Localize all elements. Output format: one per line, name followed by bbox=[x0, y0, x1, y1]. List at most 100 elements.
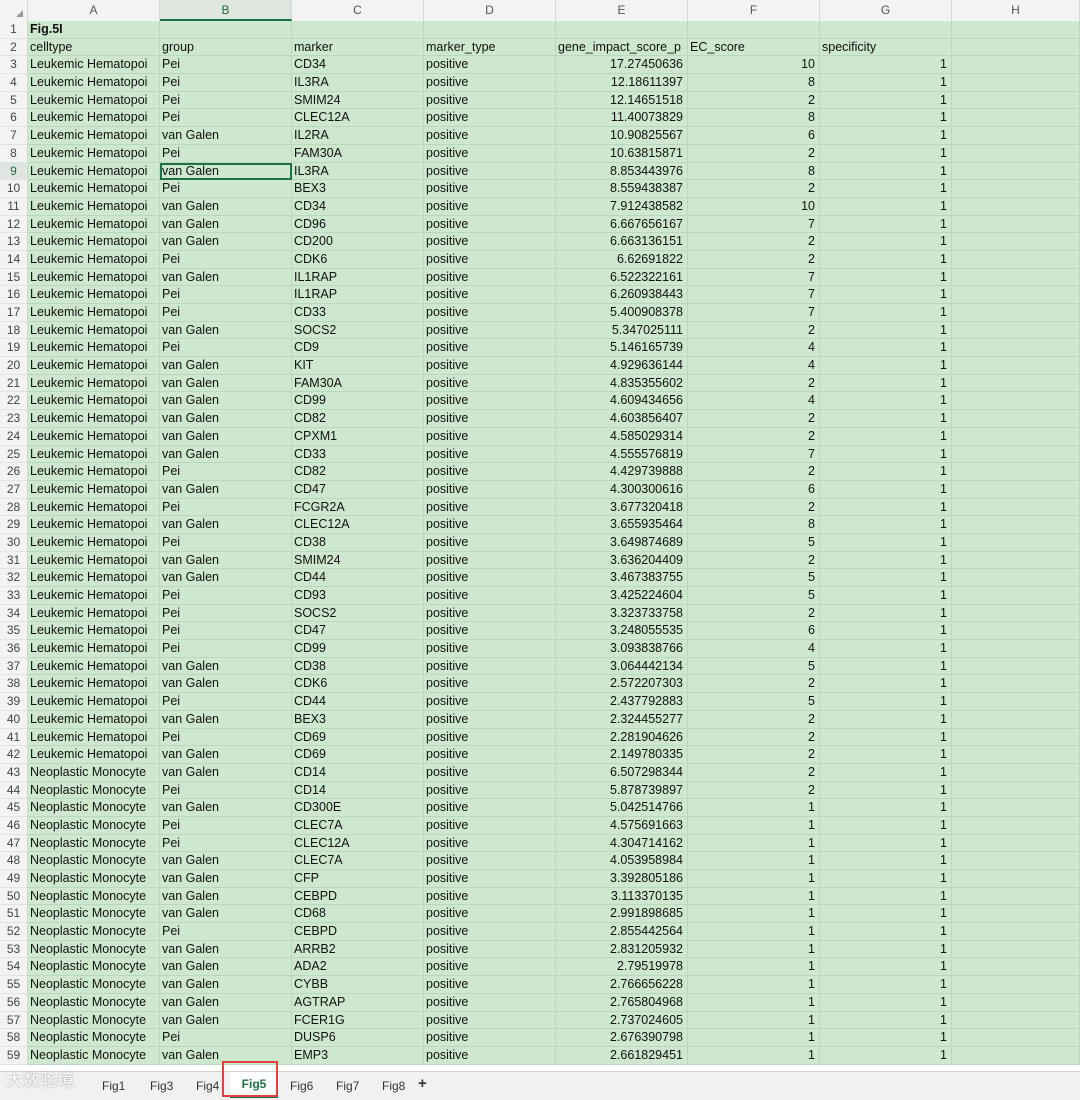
cell-g56[interactable]: 1 bbox=[820, 993, 952, 1012]
row-header[interactable]: 37 bbox=[0, 657, 28, 676]
cell-g39[interactable]: 1 bbox=[820, 693, 952, 711]
cell-b54[interactable]: van Galen bbox=[160, 958, 292, 977]
cell-h59[interactable] bbox=[952, 1046, 1080, 1065]
cell-h25[interactable] bbox=[952, 445, 1080, 464]
sheet-tab-fig8[interactable]: Fig8 bbox=[378, 1076, 409, 1096]
cell-e45[interactable]: 5.042514766 bbox=[556, 799, 688, 817]
cell-h29[interactable] bbox=[952, 516, 1080, 534]
cell-a3[interactable]: Leukemic Hematopoi bbox=[28, 56, 160, 75]
cell-f48[interactable]: 1 bbox=[688, 852, 820, 870]
cell-a31[interactable]: Leukemic Hematopoi bbox=[28, 551, 160, 570]
cell-c7[interactable]: IL2RA bbox=[292, 127, 424, 145]
row-header[interactable]: 15 bbox=[0, 268, 28, 287]
cell-g18[interactable]: 1 bbox=[820, 321, 952, 340]
cell-d24[interactable]: positive bbox=[424, 427, 556, 446]
cell-b6[interactable]: Pei bbox=[160, 109, 292, 128]
row-header[interactable]: 23 bbox=[0, 410, 28, 428]
cell-f17[interactable]: 7 bbox=[688, 304, 820, 322]
cell-g1[interactable] bbox=[820, 21, 952, 39]
cell-c37[interactable]: CD38 bbox=[292, 657, 424, 676]
cell-h54[interactable] bbox=[952, 958, 1080, 977]
cell-c30[interactable]: CD38 bbox=[292, 533, 424, 552]
cell-a39[interactable]: Leukemic Hematopoi bbox=[28, 693, 160, 711]
cell-d45[interactable]: positive bbox=[424, 799, 556, 817]
cell-c36[interactable]: CD99 bbox=[292, 640, 424, 658]
cell-a14[interactable]: Leukemic Hematopoi bbox=[28, 250, 160, 269]
cell-f59[interactable]: 1 bbox=[688, 1046, 820, 1065]
cell-f36[interactable]: 4 bbox=[688, 640, 820, 658]
cell-b22[interactable]: van Galen bbox=[160, 392, 292, 411]
cell-a53[interactable]: Neoplastic Monocyte bbox=[28, 940, 160, 959]
cell-e41[interactable]: 2.281904626 bbox=[556, 728, 688, 747]
cell-f1[interactable] bbox=[688, 21, 820, 39]
cell-e10[interactable]: 8.559438387 bbox=[556, 180, 688, 198]
cell-h19[interactable] bbox=[952, 339, 1080, 358]
cell-c54[interactable]: ADA2 bbox=[292, 958, 424, 977]
cell-e21[interactable]: 4.835355602 bbox=[556, 374, 688, 393]
cell-f31[interactable]: 2 bbox=[688, 551, 820, 570]
cell-h56[interactable] bbox=[952, 993, 1080, 1012]
cell-d12[interactable]: positive bbox=[424, 215, 556, 234]
cell-b14[interactable]: Pei bbox=[160, 250, 292, 269]
cell-a56[interactable]: Neoplastic Monocyte bbox=[28, 993, 160, 1012]
cell-c29[interactable]: CLEC12A bbox=[292, 516, 424, 534]
cell-h51[interactable] bbox=[952, 905, 1080, 924]
cell-c27[interactable]: CD47 bbox=[292, 480, 424, 499]
cell-b30[interactable]: Pei bbox=[160, 533, 292, 552]
cell-g37[interactable]: 1 bbox=[820, 657, 952, 676]
cell-d1[interactable] bbox=[424, 21, 556, 39]
cell-c23[interactable]: CD82 bbox=[292, 410, 424, 428]
cell-a20[interactable]: Leukemic Hematopoi bbox=[28, 357, 160, 375]
cell-c2[interactable]: marker bbox=[292, 38, 424, 57]
cell-d25[interactable]: positive bbox=[424, 445, 556, 464]
cell-a24[interactable]: Leukemic Hematopoi bbox=[28, 427, 160, 446]
cell-h26[interactable] bbox=[952, 463, 1080, 481]
cell-a23[interactable]: Leukemic Hematopoi bbox=[28, 410, 160, 428]
cell-f57[interactable]: 1 bbox=[688, 1011, 820, 1030]
cell-c24[interactable]: CPXM1 bbox=[292, 427, 424, 446]
cell-f56[interactable]: 1 bbox=[688, 993, 820, 1012]
cell-a10[interactable]: Leukemic Hematopoi bbox=[28, 180, 160, 198]
row-header[interactable]: 4 bbox=[0, 74, 28, 92]
cell-b47[interactable]: Pei bbox=[160, 834, 292, 853]
cell-g7[interactable]: 1 bbox=[820, 127, 952, 145]
cell-a21[interactable]: Leukemic Hematopoi bbox=[28, 374, 160, 393]
cell-e24[interactable]: 4.585029314 bbox=[556, 427, 688, 446]
cell-c16[interactable]: IL1RAP bbox=[292, 286, 424, 304]
cell-f33[interactable]: 5 bbox=[688, 587, 820, 605]
cell-h30[interactable] bbox=[952, 533, 1080, 552]
cell-a48[interactable]: Neoplastic Monocyte bbox=[28, 852, 160, 870]
cell-a32[interactable]: Leukemic Hematopoi bbox=[28, 569, 160, 587]
cell-g17[interactable]: 1 bbox=[820, 304, 952, 322]
cell-g47[interactable]: 1 bbox=[820, 834, 952, 853]
row-header[interactable]: 44 bbox=[0, 781, 28, 800]
cell-h46[interactable] bbox=[952, 816, 1080, 835]
cell-e14[interactable]: 6.62691822 bbox=[556, 250, 688, 269]
cell-b53[interactable]: van Galen bbox=[160, 940, 292, 959]
cell-h53[interactable] bbox=[952, 940, 1080, 959]
cell-f18[interactable]: 2 bbox=[688, 321, 820, 340]
cell-g24[interactable]: 1 bbox=[820, 427, 952, 446]
cell-b10[interactable]: Pei bbox=[160, 180, 292, 198]
cell-h33[interactable] bbox=[952, 587, 1080, 605]
cell-a27[interactable]: Leukemic Hematopoi bbox=[28, 480, 160, 499]
cell-a30[interactable]: Leukemic Hematopoi bbox=[28, 533, 160, 552]
cell-h32[interactable] bbox=[952, 569, 1080, 587]
cell-e4[interactable]: 12.18611397 bbox=[556, 74, 688, 92]
cell-d6[interactable]: positive bbox=[424, 109, 556, 128]
cell-d33[interactable]: positive bbox=[424, 587, 556, 605]
cell-c33[interactable]: CD93 bbox=[292, 587, 424, 605]
cell-g20[interactable]: 1 bbox=[820, 357, 952, 375]
cell-e17[interactable]: 5.400908378 bbox=[556, 304, 688, 322]
cell-e51[interactable]: 2.991898685 bbox=[556, 905, 688, 924]
row-header[interactable]: 13 bbox=[0, 233, 28, 251]
cell-b35[interactable]: Pei bbox=[160, 622, 292, 641]
row-header[interactable]: 58 bbox=[0, 1029, 28, 1047]
column-header-a[interactable]: A bbox=[28, 0, 160, 21]
cell-h48[interactable] bbox=[952, 852, 1080, 870]
column-header-h[interactable]: H bbox=[952, 0, 1080, 21]
cell-h39[interactable] bbox=[952, 693, 1080, 711]
cell-b42[interactable]: van Galen bbox=[160, 746, 292, 764]
cell-f53[interactable]: 1 bbox=[688, 940, 820, 959]
row-header[interactable]: 31 bbox=[0, 551, 28, 570]
